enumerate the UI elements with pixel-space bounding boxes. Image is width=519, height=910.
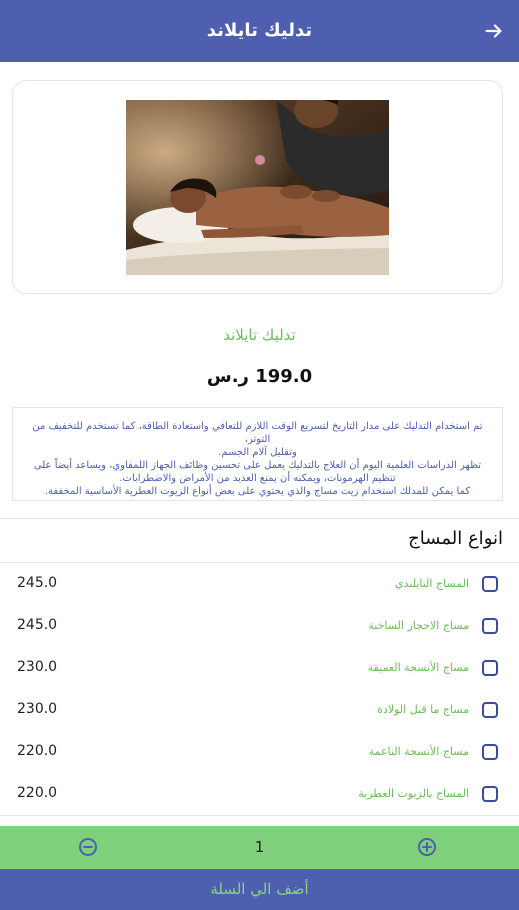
product-image-card <box>12 80 503 294</box>
massage-types-title: انواع المساج <box>408 528 503 549</box>
massage-option-row[interactable]: 220.0 مساج الأنسجة الناعمة <box>0 731 519 773</box>
option-label: مساج ما قبل الولادة <box>377 703 469 716</box>
description-line: تظهر الدراسات العلمية اليوم أن العلاج با… <box>33 460 482 471</box>
option-checkbox[interactable] <box>482 786 498 802</box>
massage-option-row[interactable]: 230.0 مساج ما قبل الولادة <box>0 689 519 731</box>
page-title: تدليك تايلاند <box>206 20 313 41</box>
add-to-cart-button[interactable]: أضف الي السلة <box>0 869 519 910</box>
description-line: تم استخدام التدليك على مدار التاريخ لتسر… <box>32 421 483 445</box>
option-price: 220.0 <box>17 785 58 801</box>
option-price: 230.0 <box>17 659 58 675</box>
app-bar: تدليك تايلاند <box>0 0 519 62</box>
option-label: مساج الأنسجة الناعمة <box>368 745 469 758</box>
option-label: المساج بالزيوت العطرية <box>358 787 469 800</box>
massage-option-row[interactable]: 230.0 مساج الأنسجة العميقة <box>0 647 519 689</box>
option-checkbox[interactable] <box>482 744 498 760</box>
product-price: 199.0 ر.س <box>206 366 313 387</box>
product-name: تدليك تايلاند <box>223 326 296 344</box>
quantity-value: 1 <box>254 838 265 856</box>
divider <box>0 815 519 816</box>
option-label: مساج الاحجار الساخنة <box>368 619 469 632</box>
option-price: 220.0 <box>17 743 58 759</box>
option-price: 245.0 <box>17 575 58 591</box>
option-checkbox[interactable] <box>482 660 498 676</box>
massage-option-row[interactable]: 245.0 المساج التايلندي <box>0 563 519 605</box>
option-label: المساج التايلندي <box>394 577 469 590</box>
product-photo <box>126 100 389 275</box>
product-description: تم استخدام التدليك على مدار التاريخ لتسر… <box>12 407 503 501</box>
option-checkbox[interactable] <box>482 618 498 634</box>
plus-circle-icon[interactable] <box>417 837 437 857</box>
option-checkbox[interactable] <box>482 702 498 718</box>
option-checkbox[interactable] <box>482 576 498 592</box>
arrow-right-icon[interactable] <box>483 20 505 42</box>
massage-option-row[interactable]: 245.0 مساج الاحجار الساخنة <box>0 605 519 647</box>
quantity-bar: 1 <box>0 826 519 869</box>
divider <box>0 518 519 519</box>
option-price: 230.0 <box>17 701 58 717</box>
massage-option-row[interactable]: 220.0 المساج بالزيوت العطرية <box>0 773 519 815</box>
description-line: تنظيم الهرمونات، ويمكنه أن يمنع العديد م… <box>119 473 396 484</box>
option-price: 245.0 <box>17 617 58 633</box>
description-line: كما يمكن للمدلك استخدام زيت مساج والذي ي… <box>44 486 471 497</box>
option-label: مساج الأنسجة العميقة <box>367 661 469 674</box>
description-line: وتقليل آلام الجسم. <box>218 447 297 458</box>
